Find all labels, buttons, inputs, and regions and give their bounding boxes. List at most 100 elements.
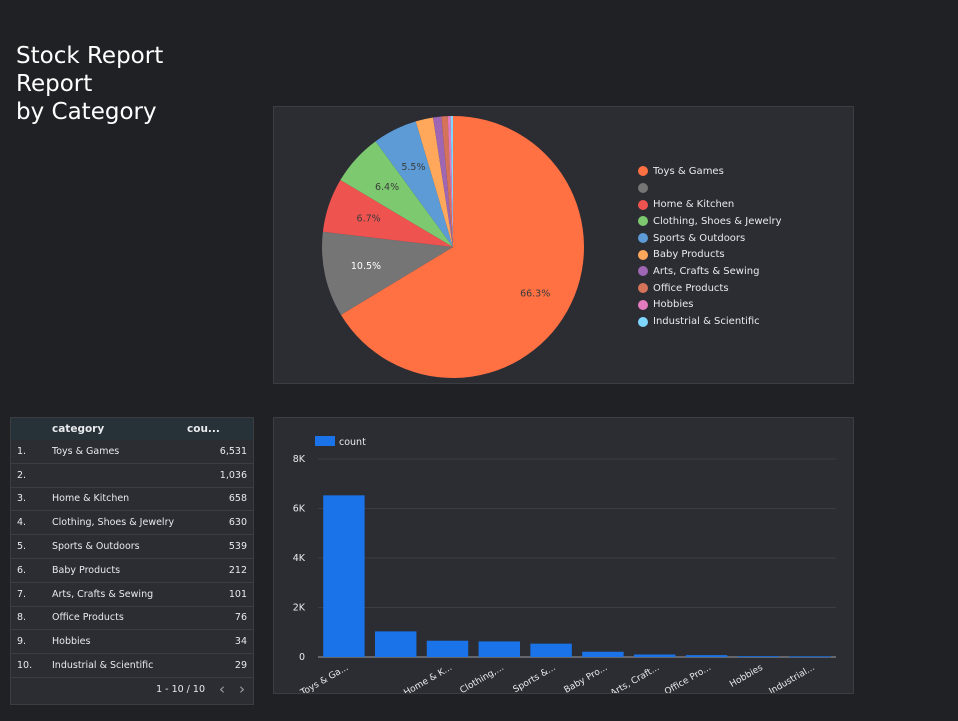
pie-legend: Toys & Games Home & Kitchen Clothing, Shoe… bbox=[638, 163, 782, 330]
legend-item[interactable]: Sports & Outdoors bbox=[638, 230, 782, 247]
legend-label: Industrial & Scientific bbox=[653, 316, 760, 328]
x-tick-label: Home & K... bbox=[402, 663, 454, 693]
table-cell-category: Toys & Games bbox=[52, 440, 187, 464]
table-cell-index: 7. bbox=[11, 582, 52, 607]
bar-legend-label[interactable]: count bbox=[339, 437, 366, 448]
y-tick-label: 8K bbox=[293, 454, 306, 465]
table-cell-count: 630 bbox=[187, 510, 253, 536]
bar[interactable] bbox=[426, 640, 469, 657]
legend-swatch bbox=[638, 233, 648, 244]
y-tick-label: 0 bbox=[299, 652, 305, 663]
bar[interactable] bbox=[685, 655, 728, 657]
table-row[interactable]: 10. Industrial & Scientific 29 bbox=[11, 653, 253, 678]
pie-slice-label: 6.4% bbox=[375, 182, 399, 193]
x-tick-label: Sports &... bbox=[512, 663, 558, 693]
legend-item[interactable]: Hobbies bbox=[638, 297, 782, 314]
legend-item[interactable]: Office Products bbox=[638, 280, 782, 297]
bar[interactable] bbox=[582, 651, 624, 657]
legend-label: Hobbies bbox=[653, 299, 694, 311]
legend-swatch bbox=[638, 283, 648, 294]
table-cell-category: Home & Kitchen bbox=[52, 487, 187, 512]
legend-item[interactable]: Clothing, Shoes & Jewelry bbox=[638, 213, 782, 230]
table-cell-index: 6. bbox=[11, 558, 52, 583]
legend-swatch bbox=[638, 266, 648, 277]
bar[interactable] bbox=[374, 631, 417, 657]
bar[interactable] bbox=[789, 656, 831, 658]
pie-slice-label: 66.3% bbox=[520, 288, 550, 299]
y-tick-label: 6K bbox=[293, 504, 306, 515]
pagination-label: 1 - 10 / 10 bbox=[156, 683, 205, 695]
table-row[interactable]: 3. Home & Kitchen 658 bbox=[11, 487, 253, 512]
category-table: category cou... 1. Toys & Games 6,531 2. 1,0… bbox=[11, 418, 253, 678]
legend-swatch bbox=[638, 249, 648, 260]
legend-item[interactable] bbox=[638, 180, 782, 197]
chevron-right-icon[interactable]: › bbox=[239, 680, 245, 698]
table-pagination: 1 - 10 / 10 ‹ › bbox=[156, 680, 245, 698]
table-cell-count: 212 bbox=[187, 558, 253, 583]
table-cell-index: 10. bbox=[11, 653, 52, 678]
bar[interactable] bbox=[530, 643, 572, 657]
table-cell-index: 5. bbox=[11, 534, 52, 559]
table-cell-count: 658 bbox=[187, 487, 253, 512]
x-tick-label: Hobbies bbox=[728, 663, 765, 690]
legend-item[interactable]: Arts, Crafts & Sewing bbox=[638, 263, 782, 280]
pie-chart-panel[interactable]: 66.3% 10.5% 6.7% 6.4% 5.5% Toys & Games Home … bbox=[273, 106, 854, 384]
table-row[interactable]: 4. Clothing, Shoes & Jewelry 630 bbox=[11, 510, 253, 536]
table-cell-count: 29 bbox=[187, 653, 253, 678]
legend-swatch bbox=[638, 299, 648, 310]
legend-item[interactable]: Baby Products bbox=[638, 246, 782, 263]
bar[interactable] bbox=[478, 641, 521, 657]
table-cell-category: Sports & Outdoors bbox=[52, 534, 187, 559]
bar[interactable] bbox=[737, 656, 780, 657]
table-row[interactable]: 7. Arts, Crafts & Sewing 101 bbox=[11, 582, 253, 607]
legend-item[interactable]: Industrial & Scientific bbox=[638, 313, 782, 330]
table-cell-category: Office Products bbox=[52, 606, 187, 631]
table-header-count[interactable]: cou... bbox=[187, 418, 253, 440]
legend-item[interactable]: Toys & Games bbox=[638, 163, 782, 180]
table-cell-index: 4. bbox=[11, 510, 52, 536]
legend-item[interactable]: Home & Kitchen bbox=[638, 196, 782, 213]
legend-swatch bbox=[638, 166, 648, 177]
bar-chart-panel[interactable]: 0 2K 4K 6K 8K count Toys & Ga... Home & K... Clo… bbox=[273, 417, 854, 694]
table-cell-index: 1. bbox=[11, 440, 52, 464]
page-title-line-2: Report bbox=[16, 71, 93, 97]
legend-label: Office Products bbox=[653, 282, 729, 294]
y-tick-label: 2K bbox=[293, 603, 306, 614]
page-title-line-1: Stock Report bbox=[16, 43, 164, 69]
chevron-left-icon[interactable]: ‹ bbox=[219, 680, 225, 698]
table-cell-category: Clothing, Shoes & Jewelry bbox=[52, 510, 187, 536]
table-cell-count: 34 bbox=[187, 629, 253, 655]
legend-label: Sports & Outdoors bbox=[653, 232, 746, 244]
pie-chart: 66.3% 10.5% 6.7% 6.4%5.5% bbox=[322, 116, 584, 378]
table-cell-count: 539 bbox=[187, 534, 253, 559]
pie-slice-label: 10.5% bbox=[351, 261, 381, 272]
category-table-panel: category cou... 1. Toys & Games 6,531 2. 1,0… bbox=[10, 417, 254, 705]
table-row[interactable]: 9. Hobbies 34 bbox=[11, 629, 253, 655]
bar[interactable] bbox=[633, 654, 676, 657]
table-row[interactable]: 2. 1,036 bbox=[11, 463, 253, 488]
table-row[interactable]: 5. Sports & Outdoors 539 bbox=[11, 534, 253, 559]
table-cell-category: Hobbies bbox=[52, 629, 187, 655]
pie-slice-label: 6.7% bbox=[357, 213, 381, 224]
table-header-index bbox=[11, 418, 52, 440]
table-header-category[interactable]: category bbox=[52, 418, 187, 440]
legend-label: Arts, Crafts & Sewing bbox=[653, 265, 760, 277]
table-cell-index: 8. bbox=[11, 606, 52, 631]
table-cell-count: 101 bbox=[187, 582, 253, 607]
table-cell-category bbox=[52, 463, 187, 488]
legend-label: Toys & Games bbox=[653, 165, 724, 177]
bar[interactable] bbox=[323, 495, 365, 657]
table-cell-category: Arts, Crafts & Sewing bbox=[52, 582, 187, 607]
pie-slice-label: 5.5% bbox=[401, 162, 425, 173]
table-row[interactable]: 8. Office Products 76 bbox=[11, 606, 253, 631]
table-cell-index: 2. bbox=[11, 463, 52, 488]
table-row[interactable]: 6. Baby Products 212 bbox=[11, 558, 253, 583]
legend-label: Clothing, Shoes & Jewelry bbox=[653, 215, 782, 227]
bar-legend-swatch bbox=[315, 436, 335, 446]
table-cell-category: Baby Products bbox=[52, 558, 187, 583]
legend-label: Home & Kitchen bbox=[653, 199, 735, 211]
page-title-line-3: by Category bbox=[16, 99, 157, 125]
table-cell-category: Industrial & Scientific bbox=[52, 653, 187, 678]
table-row[interactable]: 1. Toys & Games 6,531 bbox=[11, 440, 253, 464]
table-cell-index: 3. bbox=[11, 487, 52, 512]
